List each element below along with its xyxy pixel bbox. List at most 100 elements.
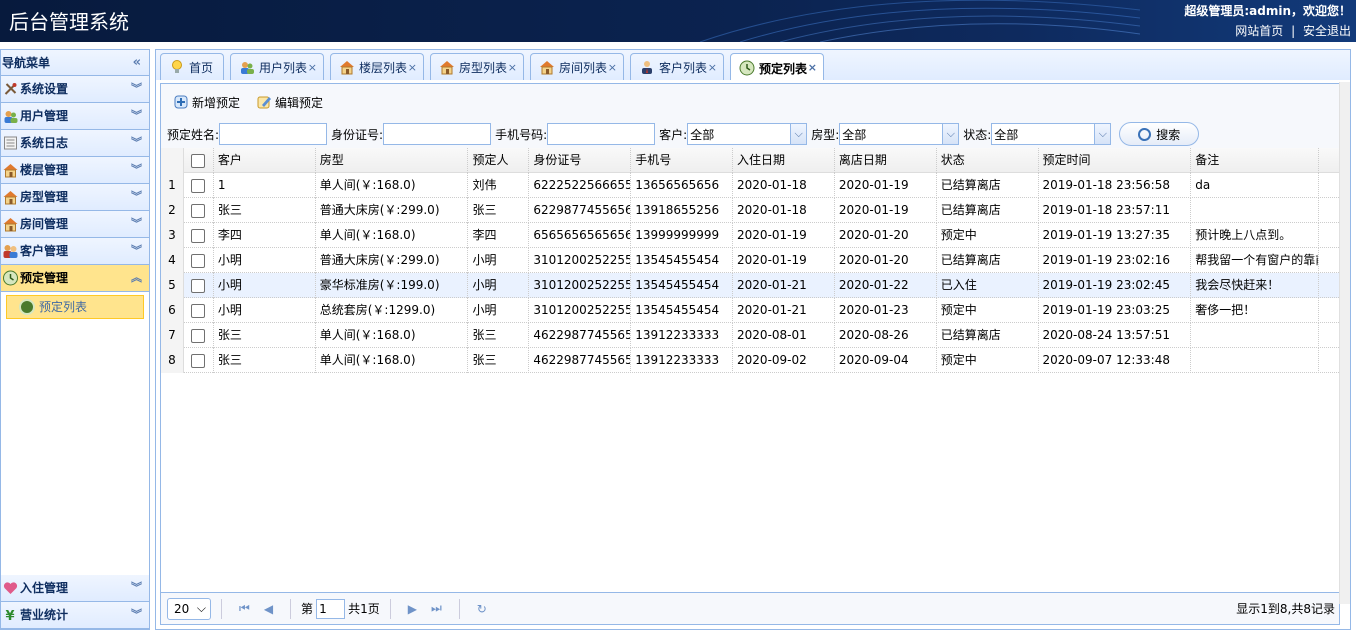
customer-filter-select[interactable]: 全部 ⌵	[687, 123, 807, 145]
chevron-down-icon[interactable]: ⌵	[942, 124, 958, 144]
tab-6[interactable]: 预定列表×	[730, 53, 824, 82]
id-filter-input[interactable]	[383, 123, 491, 145]
close-icon[interactable]: ×	[808, 61, 817, 74]
tab-bar: 首页用户列表×楼层列表×房型列表×房间列表×客户列表×预定列表×	[155, 49, 1351, 81]
sidebar-subitem-booking-list[interactable]: 预定列表	[6, 295, 144, 319]
close-icon[interactable]: ×	[408, 61, 417, 74]
table-row[interactable]: 6小明总统套房(￥:1299.0)小明310120025225551354545…	[161, 298, 1339, 323]
table-row[interactable]: 7张三单人间(￥:168.0)张三46229877455656139122333…	[161, 323, 1339, 348]
column-header-customer[interactable]: 客户	[214, 148, 316, 173]
status-filter-select[interactable]: 全部 ⌵	[991, 123, 1111, 145]
search-button[interactable]: 搜索	[1119, 122, 1199, 146]
name-filter-input[interactable]	[219, 123, 327, 145]
roomtype-filter-select[interactable]: 全部 ⌵	[839, 123, 959, 145]
edit-booking-button[interactable]: 编辑预定	[256, 94, 323, 111]
next-page-icon[interactable]: ▶	[408, 602, 417, 616]
column-header-booking-time[interactable]: 预定时间	[1039, 148, 1192, 173]
customer-filter-value: 全部	[690, 126, 714, 143]
tab-3[interactable]: 房型列表×	[430, 53, 524, 80]
sidebar-item-2[interactable]: 系统日志︾	[1, 130, 149, 157]
tab-0[interactable]: 首页	[160, 53, 224, 80]
collapse-sidebar-icon[interactable]: «	[133, 50, 141, 76]
cell-out: 2020-01-19	[835, 173, 937, 198]
row-checkbox[interactable]	[191, 179, 205, 193]
vertical-scrollbar[interactable]	[1339, 82, 1350, 604]
tab-label: 用户列表	[259, 59, 307, 76]
table-row[interactable]: 11单人间(￥:168.0)刘伟622252256665521365656565…	[161, 173, 1339, 198]
prev-page-icon[interactable]: ◀	[264, 602, 273, 616]
column-header-checkout[interactable]: 离店日期	[835, 148, 937, 173]
clock-icon	[2, 270, 19, 286]
sidebar-item-checkin[interactable]: 入住管理 ︾	[1, 575, 149, 602]
close-icon[interactable]: ×	[308, 61, 317, 74]
column-header-status[interactable]: 状态	[937, 148, 1039, 173]
page-total-label: 共1页	[348, 600, 380, 617]
cell-customer: 张三	[214, 348, 316, 373]
row-checkbox[interactable]	[191, 329, 205, 343]
logout-link[interactable]: 安全退出	[1303, 24, 1351, 38]
table-row[interactable]: 2张三普通大床房(￥:299.0)张三622987745565651391865…	[161, 198, 1339, 223]
last-page-icon[interactable]: ⏭	[431, 601, 442, 616]
column-header-phone[interactable]: 手机号	[631, 148, 733, 173]
cell-note	[1191, 348, 1319, 373]
row-checkbox[interactable]	[191, 254, 205, 268]
cell-phone: 13545455454	[631, 248, 733, 273]
tab-5[interactable]: 客户列表×	[630, 53, 724, 80]
status-filter-label: 状态:	[963, 126, 991, 143]
column-header-checkin[interactable]: 入住日期	[733, 148, 835, 173]
pager-divider	[221, 599, 222, 619]
sidebar-item-0[interactable]: 系统设置︾	[1, 76, 149, 103]
table-row[interactable]: 8张三单人间(￥:168.0)张三46229877455656139122333…	[161, 348, 1339, 373]
add-booking-button[interactable]: 新增预定	[173, 94, 240, 111]
site-home-link[interactable]: 网站首页	[1235, 24, 1283, 38]
cell-in: 2020-01-18	[733, 198, 835, 223]
sidebar-item-stats[interactable]: ¥ 营业统计 ︾	[1, 602, 149, 629]
chevron-down-icon: ⌵	[197, 601, 206, 616]
cell-type: 单人间(￥:168.0)	[316, 348, 469, 373]
close-icon[interactable]: ×	[708, 61, 717, 74]
status-filter-value: 全部	[994, 126, 1018, 143]
close-icon[interactable]: ×	[608, 61, 617, 74]
row-checkbox[interactable]	[191, 204, 205, 218]
page-size-select[interactable]: 20 ⌵	[167, 598, 211, 620]
tab-1[interactable]: 用户列表×	[230, 53, 324, 80]
chevron-down-icon: ︾	[131, 157, 142, 183]
column-header-booker[interactable]: 预定人	[468, 148, 529, 173]
phone-filter-input[interactable]	[547, 123, 655, 145]
sidebar-item-5[interactable]: 房间管理︾	[1, 211, 149, 238]
chevron-down-icon: ︾	[131, 184, 142, 210]
chevron-down-icon[interactable]: ⌵	[790, 124, 806, 144]
first-page-icon[interactable]: ⏮	[239, 601, 250, 616]
table-row[interactable]: 5小明豪华标准房(￥:199.0)小明310120025225551354545…	[161, 273, 1339, 298]
sidebar-item-4[interactable]: 房型管理︾	[1, 184, 149, 211]
table-row[interactable]: 3李四单人间(￥:168.0)李四65656565656561399999999…	[161, 223, 1339, 248]
chevron-down-icon[interactable]: ⌵	[1094, 124, 1110, 144]
sidebar-item-label: 客户管理	[20, 238, 68, 264]
sidebar-item-6[interactable]: 客户管理︾	[1, 238, 149, 265]
cell-time: 2019-01-19 23:03:25	[1039, 298, 1192, 323]
add-icon	[173, 94, 189, 110]
column-header-note[interactable]: 备注	[1191, 148, 1319, 173]
tab-2[interactable]: 楼层列表×	[330, 53, 424, 80]
row-checkbox-cell	[184, 273, 214, 298]
row-checkbox[interactable]	[191, 279, 205, 293]
cell-time: 2020-08-24 13:57:51	[1039, 323, 1192, 348]
sidebar-item-7[interactable]: 预定管理︽	[1, 265, 149, 292]
sidebar-item-1[interactable]: 用户管理︾	[1, 103, 149, 130]
row-checkbox[interactable]	[191, 354, 205, 368]
tab-4[interactable]: 房间列表×	[530, 53, 624, 80]
select-all-checkbox[interactable]	[191, 154, 205, 168]
refresh-icon[interactable]: ↻	[477, 602, 487, 616]
page-number-input[interactable]: 1	[316, 599, 345, 619]
sidebar-item-3[interactable]: 楼层管理︾	[1, 157, 149, 184]
column-header-idcard[interactable]: 身份证号	[529, 148, 631, 173]
app-header: 后台管理系统 超级管理员:admin，欢迎您！ 网站首页 | 安全退出	[0, 0, 1356, 42]
table-row[interactable]: 4小明普通大床房(￥:299.0)小明310120025225551354545…	[161, 248, 1339, 273]
row-filler	[1319, 248, 1339, 273]
column-header-roomtype[interactable]: 房型	[316, 148, 469, 173]
row-checkbox[interactable]	[191, 229, 205, 243]
roomtype-filter-value: 全部	[842, 126, 866, 143]
close-icon[interactable]: ×	[508, 61, 517, 74]
row-filler	[1319, 173, 1339, 198]
row-checkbox[interactable]	[191, 304, 205, 318]
